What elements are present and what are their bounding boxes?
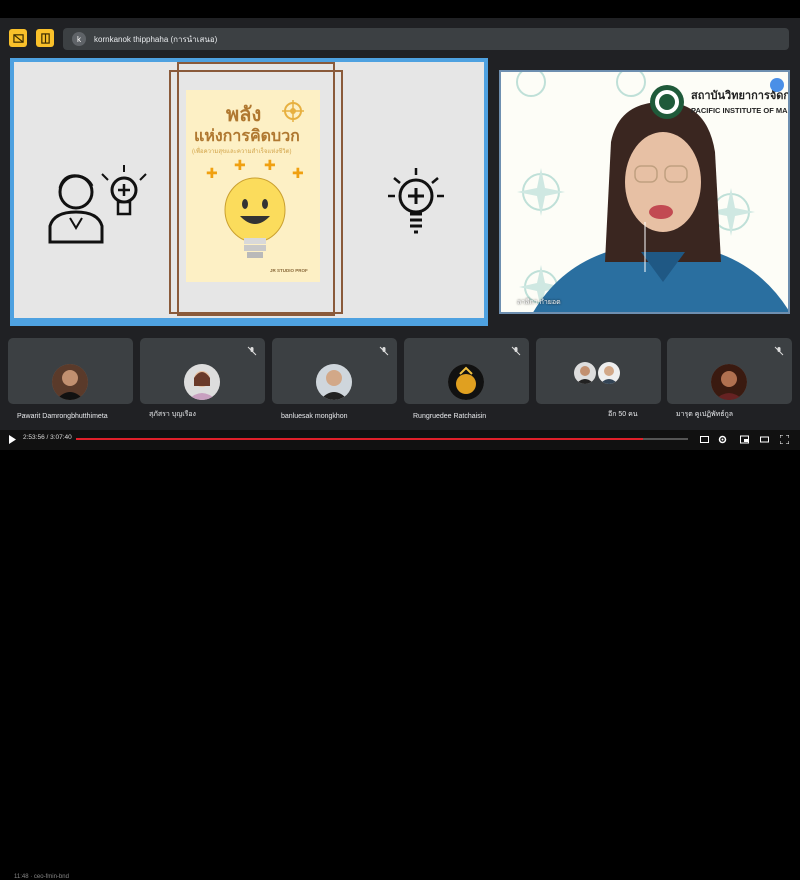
svg-text:✚: ✚ (292, 166, 304, 182)
play-icon[interactable] (8, 435, 17, 444)
participant-tile[interactable]: สุภัสรา บุญเรือง (140, 338, 265, 418)
avatar (316, 364, 352, 400)
mic-muted-icon (247, 346, 257, 356)
participant-name: สุภัสรา บุญเรือง (149, 411, 196, 418)
top-toolbar: k kornkanok thipphaha (การนำเสนอ) (0, 20, 800, 58)
presenter-avatar: k (72, 32, 86, 46)
cover-subtitle: (เพื่อความสุขและความสำเร็จแห่งชีวิต) (192, 149, 292, 155)
speaker-video-tile[interactable]: สถาบันวิทยาการจัดการ PACIFIC INSTITUTE O… (499, 70, 790, 314)
svg-text:✚: ✚ (234, 158, 246, 174)
presenter-bar: k kornkanok thipphaha (การนำเสนอ) (63, 28, 789, 50)
avatar (448, 364, 484, 400)
mic-muted-icon (774, 346, 784, 356)
participant-name: Pawarit Damrongbhutthimeta (17, 413, 108, 420)
progress-fill (76, 438, 644, 440)
captions-icon[interactable] (700, 435, 709, 444)
presentation-toggle-icon[interactable] (9, 29, 27, 47)
institute-logo-icon (650, 85, 684, 119)
speaker-name: ลาลีกา กำยอด (517, 299, 561, 306)
fullscreen-icon[interactable] (780, 435, 789, 444)
participant-name: banluesak mongkhon (281, 413, 348, 420)
participant-name: มารุต ฅูเปฏิพัทธ์กูล (676, 411, 734, 418)
mic-muted-icon (511, 346, 521, 356)
participant-strip: Pawarit Damrongbhutthimeta สุภัสรา บุญเร… (8, 338, 792, 420)
shared-screen: พลัง แห่งการคิดบวก (เพื่อความสุขและความส… (10, 58, 488, 326)
svg-text:✚: ✚ (264, 158, 276, 174)
participant-tile[interactable]: Pawarit Damrongbhutthimeta (8, 338, 133, 420)
avatar (52, 364, 88, 400)
speaker-figure (533, 102, 788, 312)
book-cover: พลัง แห่งการคิดบวก (เพื่อความสุขและความส… (186, 90, 320, 282)
presentation-slide: พลัง แห่งการคิดบวก (เพื่อความสุขและความส… (14, 62, 484, 318)
cover-brand: JR STUDIO PROF (270, 268, 308, 273)
avatar (574, 362, 596, 384)
settings-gear-icon[interactable] (718, 435, 727, 444)
smiling-bulb-illustration: ✚ ✚ ✚ ✚ (206, 158, 304, 258)
institute-name-en: PACIFIC INSTITUTE OF MANA (691, 106, 790, 115)
video-player-bar: 2:53:56 / 3:07:40 11:48 · ceo-fmin-bnd (0, 430, 800, 880)
more-participants-tile[interactable]: อีก 50 คน (536, 338, 661, 418)
progress-bar[interactable] (76, 438, 688, 440)
theater-mode-icon[interactable] (760, 435, 769, 444)
more-participants-label: อีก 50 คน (608, 411, 638, 418)
participant-tile[interactable]: มารุต ฅูเปฏิพัทธ์กูล (667, 338, 792, 418)
person-thinking-icon (48, 165, 147, 244)
mic-muted-icon (379, 346, 389, 356)
participant-tile[interactable]: banluesak mongkhon (272, 338, 397, 420)
avatar (598, 362, 620, 384)
presenter-label: kornkanok thipphaha (การนำเสนอ) (94, 34, 218, 44)
participant-name: Rungruedee Ratchaisin (413, 413, 487, 420)
speaking-indicator-icon (770, 78, 784, 92)
miniplayer-icon[interactable] (740, 435, 749, 444)
svg-text:✚: ✚ (206, 166, 218, 182)
participant-tile[interactable]: Rungruedee Ratchaisin (404, 338, 529, 420)
overlay-text: 11:48 · ceo-fmin-bnd (14, 874, 69, 880)
target-icon (282, 100, 304, 122)
avatar (711, 364, 747, 400)
time-display: 2:53:56 / 3:07:40 (23, 434, 72, 441)
layout-icon[interactable] (36, 29, 54, 47)
avatar (184, 364, 220, 400)
lightbulb-plus-icon (388, 168, 444, 234)
